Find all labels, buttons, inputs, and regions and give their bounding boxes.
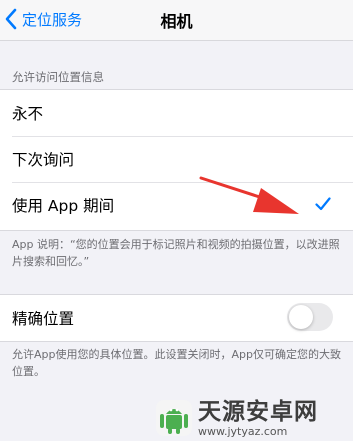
watermark-name: 天源安卓网 xyxy=(198,398,318,425)
option-ask-next-time-label: 下次询问 xyxy=(12,151,75,169)
location-access-header: 允许访问位置信息 xyxy=(12,70,104,84)
navigation-bar: 定位服务 相机 xyxy=(0,0,353,41)
page-title: 相机 xyxy=(160,12,193,31)
android-logo-icon xyxy=(156,400,192,436)
toggle-knob xyxy=(289,305,313,329)
option-never[interactable]: 永不 xyxy=(0,90,353,136)
precise-location-toggle[interactable] xyxy=(287,303,333,331)
watermark-url: www.jytyaz.com xyxy=(198,424,288,438)
red-arrow-icon xyxy=(199,176,299,214)
precise-location-row: 精确位置 xyxy=(0,295,353,341)
checkmark-icon xyxy=(315,197,331,211)
option-while-using-app-label: 使用 App 期间 xyxy=(12,197,115,215)
watermark-text: 天源安卓网 www.jytyaz.com xyxy=(198,399,318,438)
option-never-label: 永不 xyxy=(12,105,44,123)
app-description: App 说明：“您的位置会用于标记照片和视频的拍摄位置，以改进照片搜索和回忆。” xyxy=(12,238,340,268)
precise-location-description: 允许App使用您的具体位置。此设置关闭时，App仅可确定您的大致位置。 xyxy=(12,348,341,378)
precise-location-group: 精确位置 xyxy=(0,294,353,342)
precise-location-label: 精确位置 xyxy=(12,310,75,328)
watermark: 天源安卓网 www.jytyaz.com xyxy=(156,398,348,438)
